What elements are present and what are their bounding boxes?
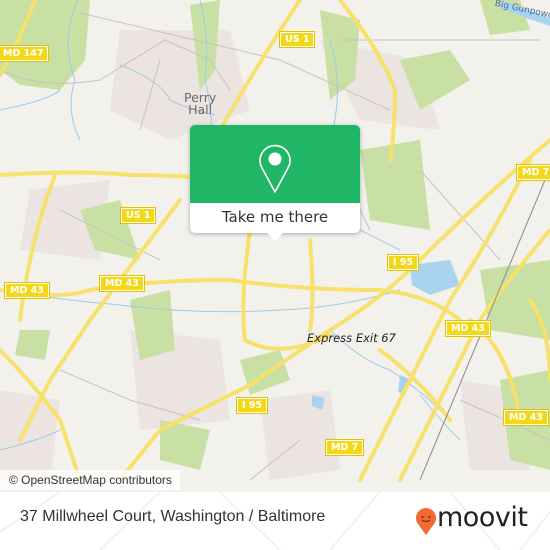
road-shield-md147: MD 147 — [0, 45, 50, 62]
moovit-pin-icon — [416, 508, 436, 535]
road-shield-us1-west: US 1 — [119, 207, 157, 224]
road-shield-us1-north: US 1 — [278, 31, 316, 48]
road-shield-md43-west: MD 43 — [99, 275, 145, 292]
map-attribution[interactable]: © OpenStreetMap contributors — [0, 470, 180, 490]
road-shield-md7-north: MD 7 — [515, 164, 550, 181]
exit-label: Express Exit 67 — [307, 331, 396, 345]
road-shield-md43-se: MD 43 — [503, 409, 549, 426]
map[interactable]: Perry Hall MD 147 US 1 US 1 MD 43 MD 43 … — [0, 0, 550, 492]
road-shield-md7-south: MD 7 — [324, 439, 365, 456]
map-canvas — [0, 0, 550, 482]
road-shield-i95-east: I 95 — [386, 254, 420, 271]
brand-name: moovit — [437, 502, 528, 533]
place-label-perry-hall: Perry Hall — [184, 91, 216, 117]
map-pin-icon — [259, 144, 291, 193]
road-shield-i95-south: I 95 — [235, 397, 269, 414]
road-shield-md43-east: MD 43 — [445, 320, 491, 337]
location-title: 37 Millwheel Court, Washington / Baltimo… — [20, 508, 326, 525]
road-shield-md43-far-west: MD 43 — [4, 282, 50, 299]
popup-pointer — [265, 231, 285, 241]
popup-header — [190, 125, 360, 203]
take-me-there-button[interactable]: Take me there — [190, 203, 360, 233]
destination-popup: Take me there — [190, 125, 360, 241]
place-label-line2: Hall — [188, 102, 213, 117]
